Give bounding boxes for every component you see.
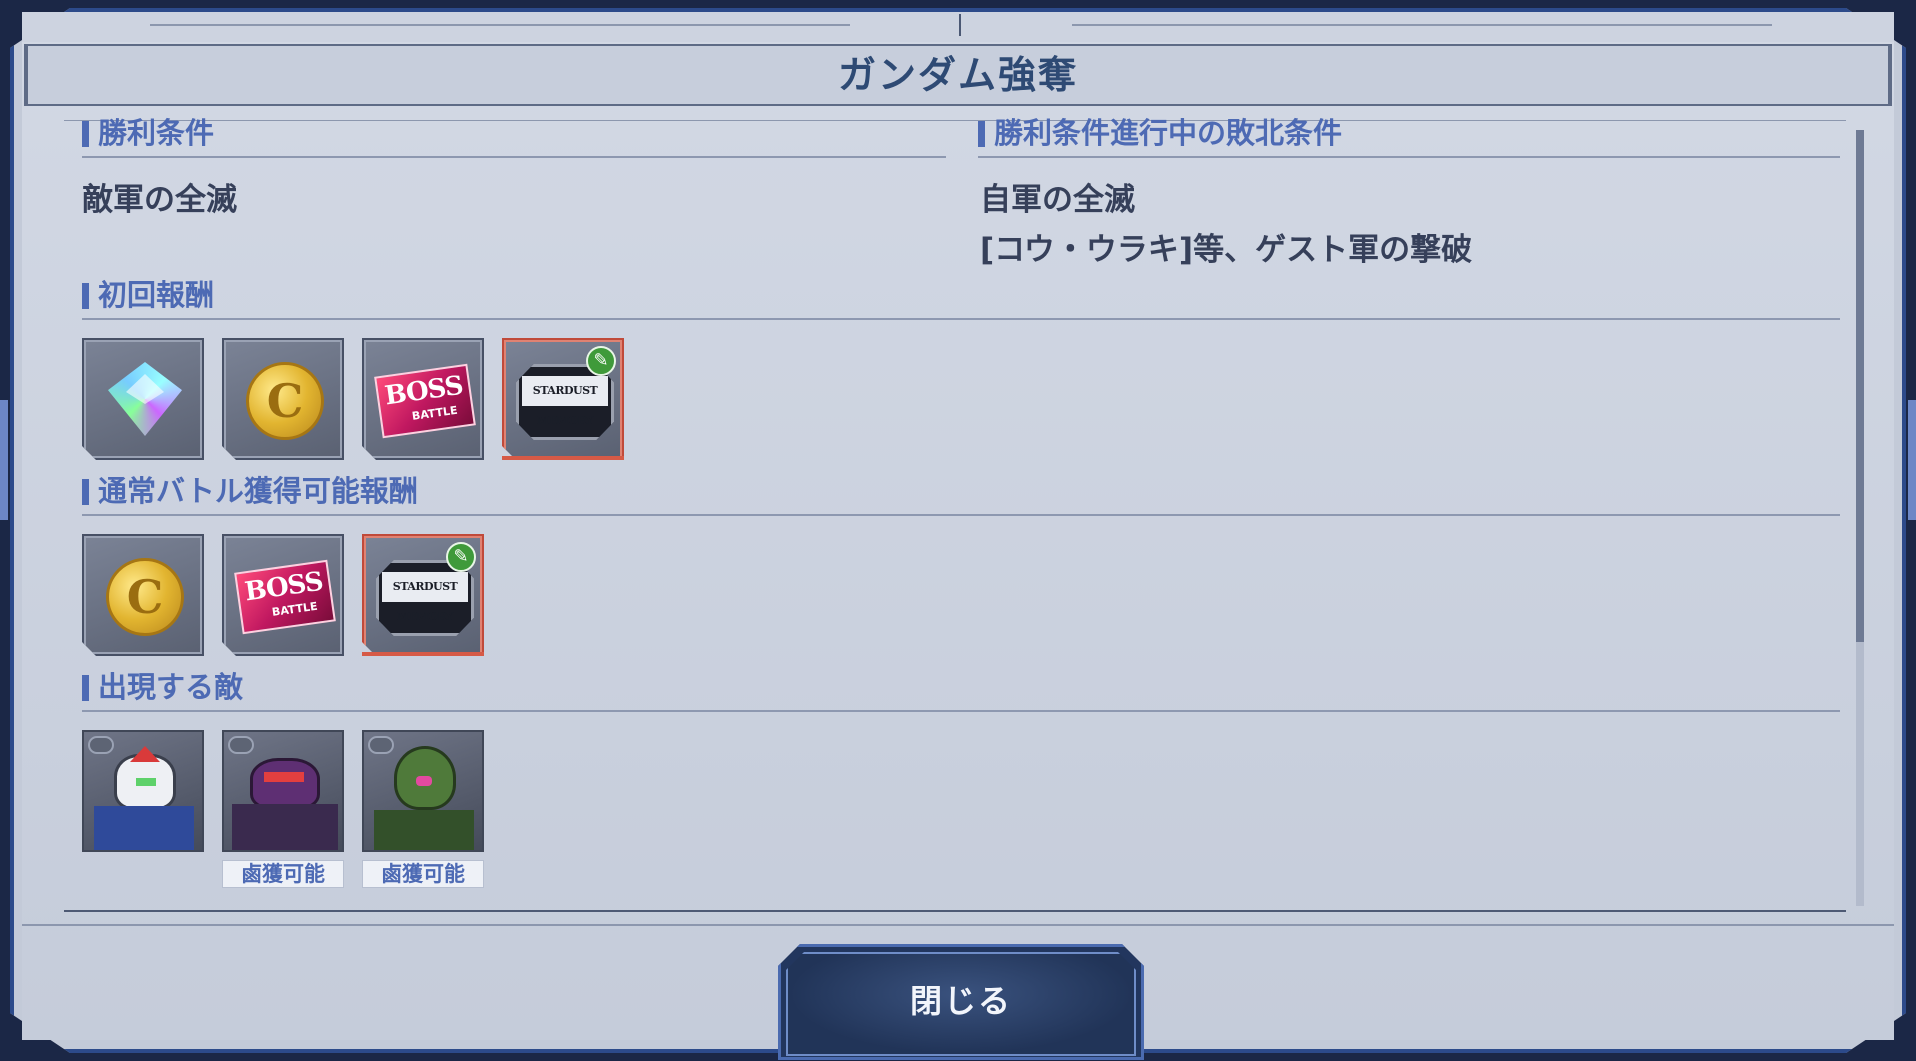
battle-rewards-rule (82, 514, 1840, 516)
battle-reward-stardust-plate[interactable]: STARDUST MEMORY ✎ (362, 534, 484, 656)
capturable-badge: 鹵獲可能 (222, 860, 344, 888)
gold-coin-icon: C (246, 362, 324, 440)
dom-unit-icon (250, 758, 320, 810)
battle-reward-boss-ticket[interactable]: BOSS BATTLE (222, 534, 344, 656)
defeat-rule (978, 156, 1840, 158)
boss-battle-ticket-icon: BOSS BATTLE (374, 364, 476, 438)
battle-rewards-heading: 通常バトル獲得可能報酬 (82, 474, 418, 508)
enemy-gundam[interactable] (82, 730, 204, 852)
gundam-eyes (136, 778, 156, 786)
gundam-body (94, 806, 194, 850)
defeat-condition-1: 自軍の全滅 (980, 182, 1135, 218)
zaku-eye (416, 776, 432, 786)
wrench-icon: ✎ (586, 346, 616, 376)
boss-battle-ticket-icon: BOSS BATTLE (234, 560, 336, 634)
enemy-dom[interactable] (222, 730, 344, 852)
zaku-body (374, 810, 474, 850)
enemies-heading: 出現する敵 (82, 670, 243, 704)
reward-diamond[interactable] (82, 338, 204, 460)
enemy-zaku[interactable] (362, 730, 484, 852)
battle-reward-coin[interactable]: C (82, 534, 204, 656)
unit-badge (228, 736, 254, 754)
reward-stardust-plate[interactable]: STARDUST MEMORY ✎ (502, 338, 624, 460)
scrollbar-thumb[interactable] (1856, 130, 1864, 642)
unit-badge (368, 736, 394, 754)
close-button-label[interactable]: 閉じる (778, 976, 1144, 1026)
plate-rarity-bar (502, 456, 624, 460)
top-decor-tick (959, 14, 961, 36)
defeat-condition-2: [コウ・ウラキ]等、ゲスト軍の撃破 (980, 232, 1473, 268)
enemies-rule (82, 710, 1840, 712)
first-rewards-heading: 初回報酬 (82, 278, 214, 312)
right-side-decor (1908, 400, 1916, 520)
victory-heading: 勝利条件 (82, 116, 214, 150)
top-decor-line-right (1072, 24, 1772, 26)
gold-coin-icon: C (106, 558, 184, 636)
unit-badge (88, 736, 114, 754)
capturable-badge: 鹵獲可能 (362, 860, 484, 888)
top-decor-line-left (150, 24, 850, 26)
plate-rarity-bar (362, 652, 484, 656)
plate-label: STARDUST MEMORY (522, 376, 608, 406)
first-rewards-rule (82, 318, 1840, 320)
victory-rule (82, 156, 946, 158)
top-strip (22, 12, 1894, 42)
dom-body (232, 804, 338, 850)
dom-eye (264, 772, 304, 782)
left-side-decor (0, 400, 8, 520)
plate-label: STARDUST MEMORY (382, 572, 468, 602)
reward-boss-ticket[interactable]: BOSS BATTLE (362, 338, 484, 460)
dialog-title: ガンダム強奪 (837, 53, 1078, 97)
victory-condition: 敵軍の全滅 (82, 182, 237, 218)
defeat-heading: 勝利条件進行中の敗北条件 (978, 116, 1342, 150)
bottom-divider (22, 924, 1894, 926)
wrench-icon: ✎ (446, 542, 476, 572)
reward-coin[interactable]: C (222, 338, 344, 460)
